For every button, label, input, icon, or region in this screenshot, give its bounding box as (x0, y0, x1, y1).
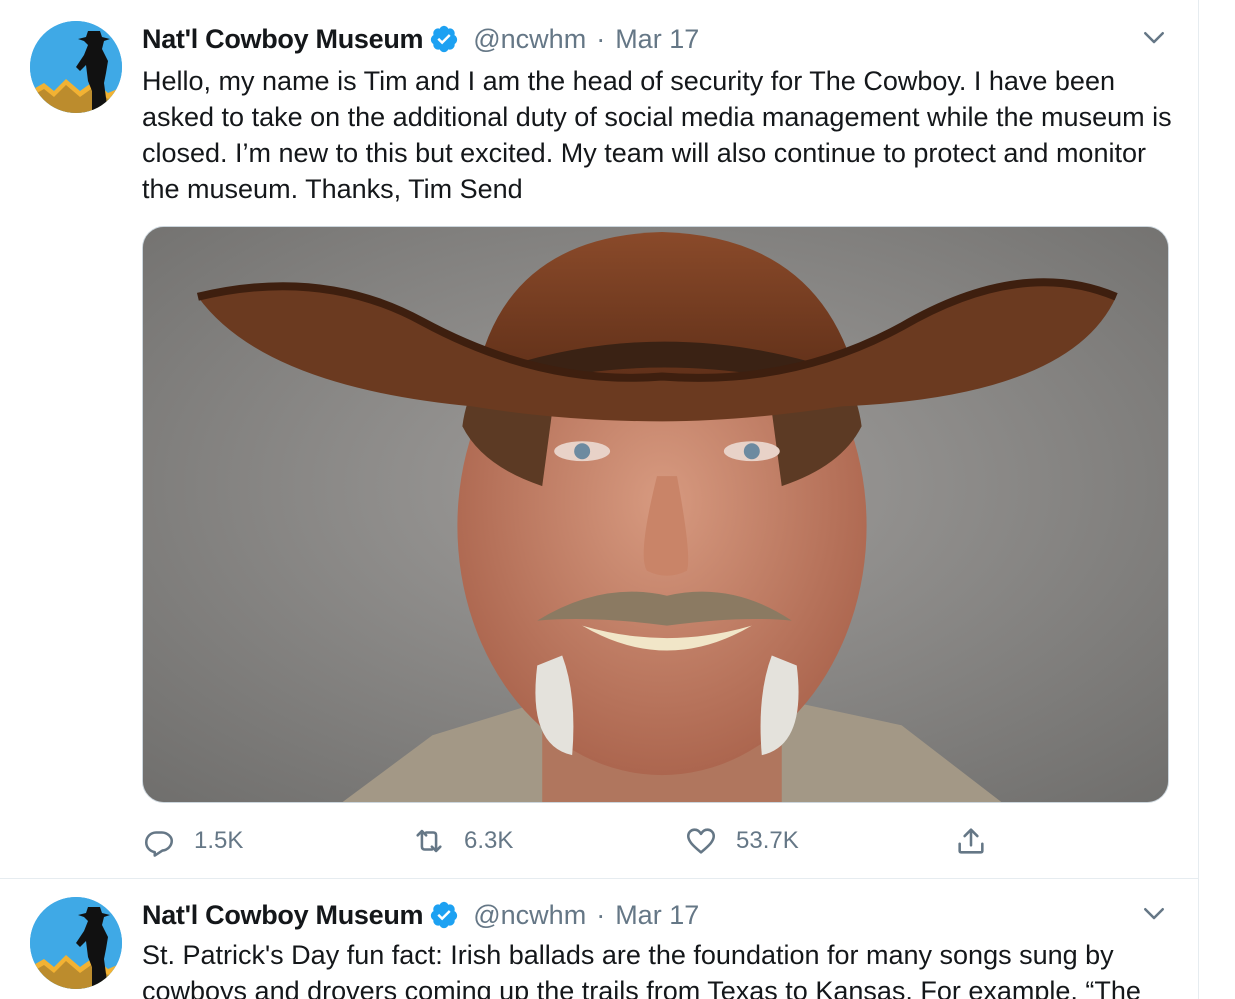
like-button[interactable]: 53.7K (684, 818, 799, 864)
user-handle[interactable]: @ncwhm (473, 900, 586, 931)
separator-dot: · (596, 899, 606, 930)
cowboy-portrait-image (143, 227, 1168, 802)
retweet-icon (416, 829, 442, 853)
tweet-date[interactable]: Mar 17 (615, 24, 699, 55)
display-name[interactable]: Nat'l Cowboy Museum (142, 24, 424, 55)
tweet-actions: 1.5K 6.3K 53.7K (142, 818, 1042, 864)
cowboy-silhouette-logo (30, 21, 122, 113)
heart-icon (686, 828, 716, 854)
tweet[interactable]: Nat'l Cowboy Museum @ncwhm · Mar 17 St. … (0, 879, 1199, 999)
tweet-header: Nat'l Cowboy Museum @ncwhm · Mar 17 (142, 897, 699, 933)
tweet-date[interactable]: Mar 17 (615, 900, 699, 931)
tweet-header: Nat'l Cowboy Museum @ncwhm · Mar 17 (142, 21, 699, 57)
like-count: 53.7K (736, 827, 799, 854)
share-icon (958, 828, 984, 854)
retweet-count: 6.3K (464, 827, 514, 854)
tweet-menu-button[interactable] (1139, 22, 1169, 52)
verified-badge-icon (431, 25, 458, 53)
reply-count: 1.5K (194, 827, 244, 854)
tweet-menu-button[interactable] (1139, 898, 1169, 928)
user-handle[interactable]: @ncwhm (473, 24, 586, 55)
chevron-down-icon (1144, 908, 1164, 920)
reply-icon (144, 831, 174, 857)
tweet-photo[interactable] (142, 226, 1169, 803)
avatar[interactable] (30, 21, 122, 113)
tweet-text: St. Patrick's Day fun fact: Irish ballad… (142, 940, 1141, 999)
share-button[interactable] (954, 818, 988, 864)
separator-dot: · (596, 23, 606, 54)
avatar[interactable] (30, 897, 122, 989)
cowboy-silhouette-logo (30, 897, 122, 989)
display-name[interactable]: Nat'l Cowboy Museum (142, 900, 424, 931)
tweet[interactable]: Nat'l Cowboy Museum @ncwhm · Mar 17 Hell… (0, 0, 1199, 879)
verified-badge-icon (431, 901, 458, 929)
retweet-button[interactable]: 6.3K (412, 818, 513, 864)
tweet-text: Hello, my name is Tim and I am the head … (142, 66, 1172, 204)
reply-button[interactable]: 1.5K (142, 818, 243, 864)
chevron-down-icon (1144, 32, 1164, 44)
timeline: Nat'l Cowboy Museum @ncwhm · Mar 17 Hell… (0, 0, 1199, 999)
